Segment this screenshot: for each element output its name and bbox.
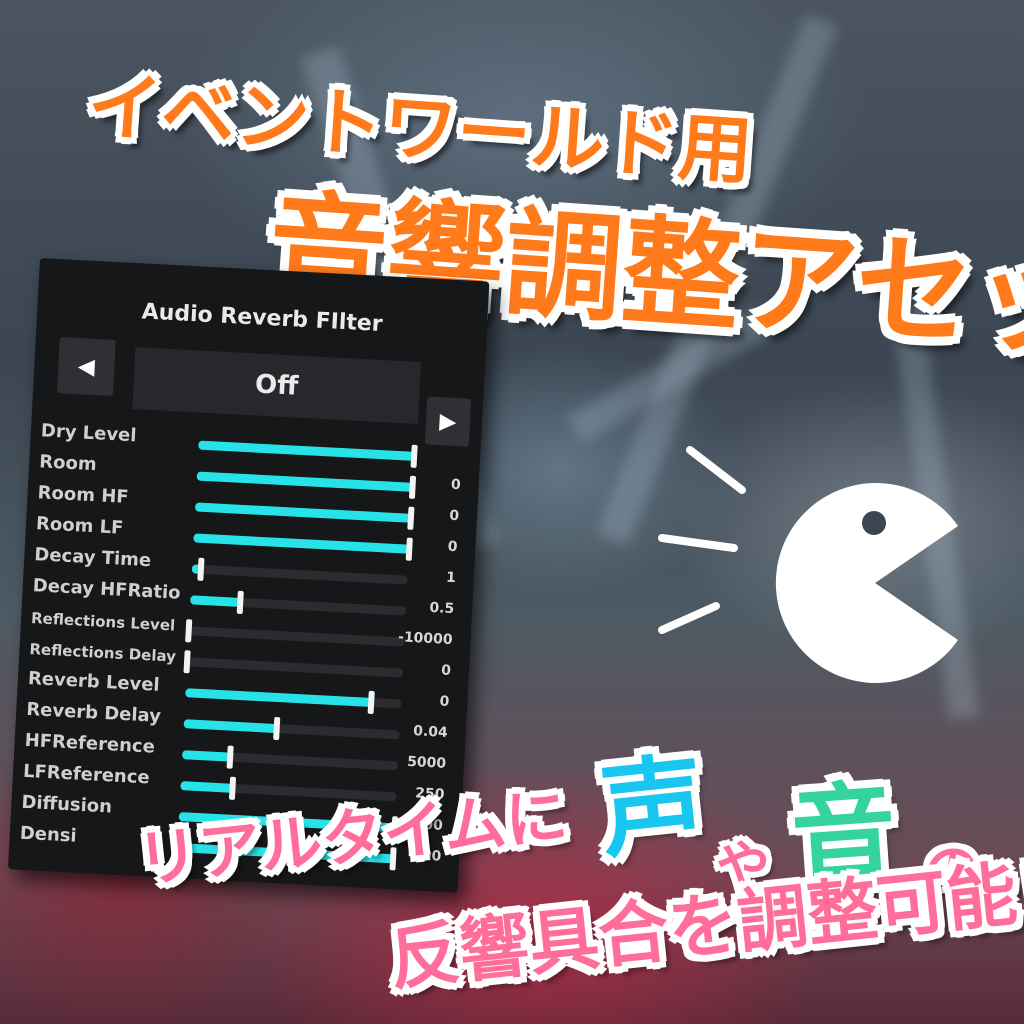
param-slider[interactable]: [196, 471, 417, 499]
slider-thumb[interactable]: [236, 590, 244, 615]
slider-thumb[interactable]: [196, 557, 205, 581]
param-value: 0: [448, 507, 460, 525]
slider-thumb[interactable]: [228, 776, 236, 800]
param-slider[interactable]: [190, 590, 407, 616]
slider-thumb[interactable]: [407, 506, 415, 530]
param-slider[interactable]: [183, 650, 404, 678]
slider-fill: [196, 471, 413, 492]
slider-fill: [190, 595, 241, 607]
param-value: 0: [450, 476, 462, 494]
param-value: 5000: [406, 753, 447, 772]
slider-fill: [183, 719, 277, 734]
slider-fill: [198, 440, 415, 461]
param-value: 0: [439, 693, 450, 711]
triangle-right-icon: ▶: [438, 408, 458, 435]
param-value: 0.5: [428, 599, 455, 618]
slider-fill: [181, 750, 230, 762]
param-slider[interactable]: [183, 716, 400, 741]
param-value: -10000: [397, 629, 453, 649]
param-label: Room: [38, 451, 98, 476]
param-label: Room HF: [37, 482, 130, 508]
param-label: Room LF: [35, 513, 124, 539]
param-value: 0: [440, 662, 452, 680]
slider-thumb[interactable]: [405, 537, 413, 561]
slider-thumb[interactable]: [410, 444, 418, 468]
param-slider[interactable]: [194, 502, 415, 530]
param-value: 0.04: [412, 723, 449, 741]
param-label: Reverb Delay: [25, 698, 162, 727]
param-label: LFReference: [22, 760, 151, 789]
slider-thumb[interactable]: [183, 650, 191, 674]
param-slider[interactable]: [185, 688, 402, 715]
slider-fill: [193, 533, 410, 554]
slider-thumb[interactable]: [408, 475, 417, 499]
param-label: Densi: [19, 822, 78, 847]
slider-thumb[interactable]: [185, 619, 193, 643]
param-label: Decay HFRatio: [32, 575, 182, 604]
panel-title: Audio Reverb FIlter: [141, 299, 384, 338]
triangle-left-icon: ◀: [77, 353, 96, 380]
slider-thumb[interactable]: [226, 745, 234, 769]
slider-thumb[interactable]: [367, 690, 375, 715]
previous-preset-button[interactable]: ◀: [56, 337, 116, 397]
param-label: Diffusion: [20, 791, 113, 818]
slider-fill: [180, 781, 233, 793]
param-slider[interactable]: [181, 745, 399, 771]
pacman-mascot-icon: [775, 483, 958, 683]
param-slider[interactable]: [198, 440, 418, 468]
param-label: HFReference: [24, 729, 156, 758]
param-value: 0: [447, 538, 458, 556]
param-label: Reverb Level: [27, 667, 161, 696]
sound-lines-icon: [658, 446, 746, 634]
param-value: 1: [445, 569, 457, 587]
param-slider[interactable]: [185, 619, 405, 647]
param-label: Reflections Level: [30, 609, 176, 635]
message-voice: 声: [594, 740, 711, 874]
slider-thumb[interactable]: [272, 716, 281, 741]
param-label: Dry Level: [40, 420, 137, 447]
slider-fill: [185, 688, 372, 707]
param-label: Decay Time: [33, 544, 152, 572]
param-slider[interactable]: [191, 557, 408, 585]
param-label: Reflections Delay: [29, 639, 177, 666]
slider-fill: [194, 502, 412, 523]
param-slider[interactable]: [193, 533, 413, 561]
preset-selector[interactable]: Off: [132, 347, 422, 425]
